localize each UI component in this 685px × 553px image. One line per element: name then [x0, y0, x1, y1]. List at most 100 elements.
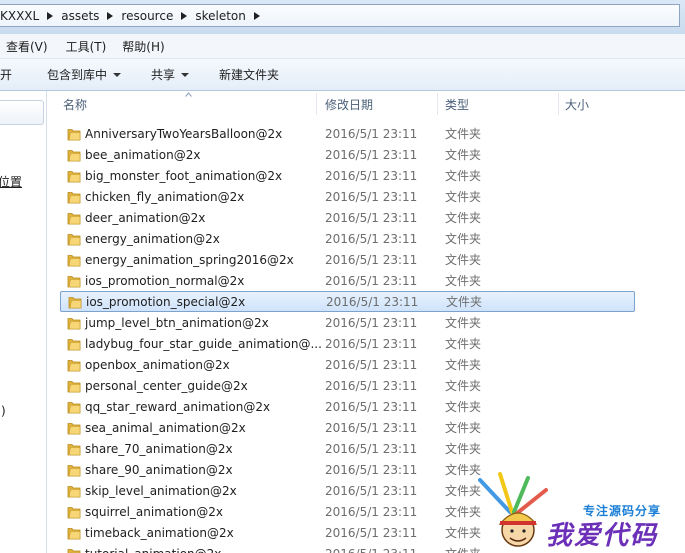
file-type: 文件夹	[445, 526, 482, 540]
menu-help[interactable]: 帮助(H)	[116, 38, 170, 55]
folder-icon	[66, 126, 82, 142]
breadcrumb-item[interactable]: KXXXL	[0, 5, 56, 26]
watermark-title: 我爱代码	[546, 521, 659, 551]
file-type: 文件夹	[445, 442, 482, 456]
file-modified-date: 2016/5/1 23:11	[325, 126, 418, 141]
breadcrumb-item[interactable]: resource	[116, 5, 190, 26]
nav-location-link[interactable]: 位置	[0, 173, 22, 190]
file-list[interactable]: AnniversaryTwoYearsBalloon@2x 2016/5/1 23…	[47, 122, 685, 553]
address-bar[interactable]: KXXXL assets resource skeleton	[0, 4, 680, 27]
table-row[interactable]: bee_animation@2x 2016/5/1 23:11 文件夹	[60, 144, 635, 165]
file-name: skip_level_animation@2x	[85, 483, 237, 498]
file-modified-date: 2016/5/1 23:11	[325, 462, 418, 477]
table-row[interactable]: openbox_animation@2x 2016/5/1 23:11 文件夹	[60, 354, 635, 375]
new-folder-button[interactable]: 新建文件夹	[219, 59, 279, 90]
table-row[interactable]: skip_level_animation@2x 2016/5/1 23:11 文件夹	[60, 480, 635, 501]
include-in-library-label: 包含到库中	[47, 68, 108, 82]
open-button-label: 打开	[0, 68, 13, 82]
file-modified-date: 2016/5/1 23:11	[325, 547, 417, 553]
table-row[interactable]: chicken_fly_animation@2x 2016/5/1 23:11 文件…	[60, 186, 635, 207]
menu-view[interactable]: 查看(V)	[0, 38, 54, 55]
column-size[interactable]: 大小	[565, 91, 589, 118]
share-button-label: 共享	[151, 68, 176, 82]
file-name: AnniversaryTwoYearsBalloon@2x	[85, 126, 283, 141]
file-type: 文件夹	[445, 379, 482, 393]
table-row[interactable]: energy_animation_spring2016@2x 2016/5/1 2…	[60, 249, 635, 270]
table-row[interactable]: energy_animation@2x 2016/5/1 23:11 文件夹	[60, 228, 635, 249]
open-button[interactable]: 打开	[0, 59, 12, 90]
folder-icon	[66, 189, 82, 205]
table-row[interactable]: ladybug_four_star_guide_animation@... 201…	[60, 333, 635, 354]
column-name[interactable]: 名称	[63, 91, 87, 118]
dropdown-arrow-icon	[113, 72, 122, 77]
folder-icon	[66, 231, 82, 247]
folder-icon	[66, 168, 82, 184]
column-divider[interactable]	[316, 93, 317, 115]
column-modified[interactable]: 修改日期	[325, 91, 373, 118]
nav-drive-item[interactable]: :)	[0, 404, 6, 418]
new-folder-label: 新建文件夹	[219, 68, 280, 82]
breadcrumb-label: skeleton	[195, 8, 246, 23]
file-type: 文件夹	[445, 190, 482, 204]
file-modified-date: 2016/5/1 23:11	[325, 315, 418, 330]
table-row[interactable]: share_70_animation@2x 2016/5/1 23:11 文件夹	[60, 438, 635, 459]
folder-icon	[66, 336, 82, 352]
menu-tools[interactable]: 工具(T)	[60, 38, 113, 55]
navigation-pane[interactable]: 位置 :)	[0, 91, 47, 553]
chevron-right-icon[interactable]	[251, 5, 263, 26]
folder-icon	[66, 147, 82, 163]
table-row[interactable]: deer_animation@2x 2016/5/1 23:11 文件夹	[60, 207, 635, 228]
table-row[interactable]: personal_center_guide@2x 2016/5/1 23:11 文件…	[60, 375, 635, 396]
table-row[interactable]: big_monster_foot_animation@2x 2016/5/1 23…	[60, 165, 635, 186]
file-type: 文件夹	[446, 295, 483, 309]
file-name: ladybug_four_star_guide_animation@...	[85, 336, 322, 351]
folder-icon	[66, 210, 82, 226]
include-in-library-button[interactable]: 包含到库中	[47, 59, 122, 90]
file-name: share_70_animation@2x	[85, 441, 233, 456]
table-row[interactable]: qq_star_reward_animation@2x 2016/5/1 23:1…	[60, 396, 635, 417]
file-name: energy_animation_spring2016@2x	[85, 252, 294, 267]
table-row-selected[interactable]: ios_promotion_special@2x 2016/5/1 23:11 文件…	[60, 291, 635, 312]
table-row[interactable]: ios_promotion_normal@2x 2016/5/1 23:11 文件夹	[60, 270, 635, 291]
file-modified-date: 2016/5/1 23:11	[325, 252, 418, 267]
file-name: jump_level_btn_animation@2x	[85, 315, 269, 330]
column-header: 名称 修改日期 类型 大小	[47, 91, 685, 118]
file-modified-date: 2016/5/1 23:11	[325, 231, 418, 246]
table-row[interactable]: jump_level_btn_animation@2x 2016/5/1 23:1…	[60, 312, 635, 333]
column-size-label: 大小	[565, 98, 590, 112]
table-row[interactable]: share_90_animation@2x 2016/5/1 23:11 文件夹	[60, 459, 635, 480]
folder-icon	[66, 483, 82, 499]
folder-icon	[66, 546, 82, 553]
file-type: 文件夹	[445, 421, 482, 435]
file-name: chicken_fly_animation@2x	[85, 189, 245, 204]
folder-icon	[66, 504, 82, 520]
breadcrumb-item[interactable]: skeleton	[190, 5, 263, 26]
folder-icon	[66, 315, 82, 331]
nav-selected-item[interactable]	[0, 100, 44, 125]
file-type: 文件夹	[445, 484, 482, 498]
file-modified-date: 2016/5/1 23:11	[326, 294, 419, 309]
table-row[interactable]: AnniversaryTwoYearsBalloon@2x 2016/5/1 23…	[60, 123, 635, 144]
folder-icon	[66, 399, 82, 415]
share-button[interactable]: 共享	[151, 59, 190, 90]
file-name: qq_star_reward_animation@2x	[85, 399, 271, 414]
file-name: openbox_animation@2x	[85, 357, 230, 372]
file-type: 文件夹	[445, 274, 482, 288]
file-name: ios_promotion_special@2x	[86, 294, 246, 309]
breadcrumb-label: KXXXL	[0, 8, 40, 23]
chevron-right-icon[interactable]	[104, 5, 116, 26]
file-type: 文件夹	[445, 211, 482, 225]
column-divider[interactable]	[437, 93, 438, 115]
chevron-right-icon[interactable]	[178, 5, 190, 26]
breadcrumb-item[interactable]: assets	[56, 5, 116, 26]
table-row[interactable]: sea_animal_animation@2x 2016/5/1 23:11 文件夹	[60, 417, 635, 438]
file-type: 文件夹	[445, 232, 482, 246]
chevron-right-icon[interactable]	[44, 5, 56, 26]
sort-ascending-icon	[185, 92, 192, 97]
column-type[interactable]: 类型	[445, 91, 469, 118]
file-modified-date: 2016/5/1 23:11	[325, 168, 418, 183]
file-type: 文件夹	[445, 169, 482, 183]
column-divider[interactable]	[558, 93, 559, 115]
file-name: tutorial_animation@2x	[85, 547, 221, 553]
column-name-label: 名称	[63, 98, 88, 112]
